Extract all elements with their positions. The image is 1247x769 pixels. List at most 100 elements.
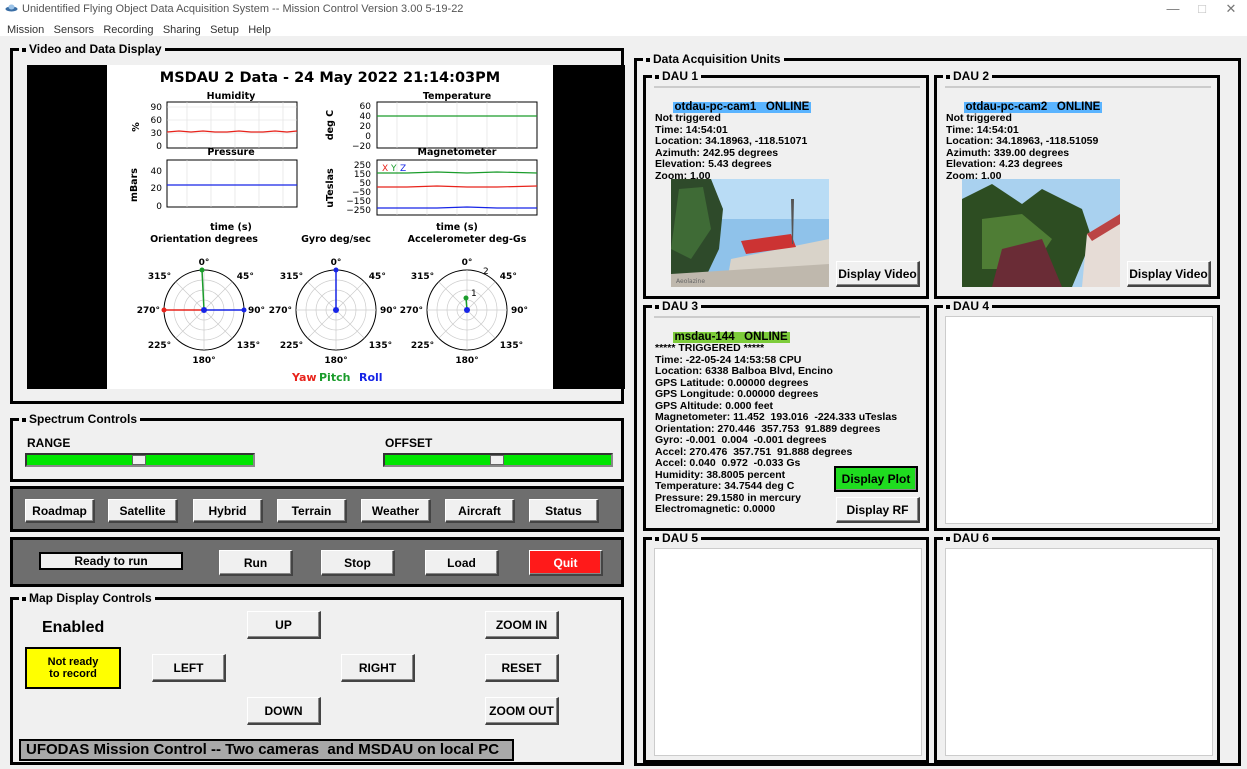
accel-label-180: 180° <box>455 356 478 366</box>
range-slider-thumb[interactable] <box>132 455 146 465</box>
roadmap-button[interactable]: Roadmap <box>25 499 95 523</box>
orientation-label-315: 315° <box>148 272 171 282</box>
svg-text:X: X <box>382 164 388 174</box>
dau-3-display-rf-button[interactable]: Display RF <box>836 497 920 523</box>
menu-help[interactable]: Help <box>248 24 271 36</box>
humidity-axes <box>166 101 298 149</box>
gyro-label-315: 315° <box>280 272 303 282</box>
svg-text:−250: −250 <box>346 206 371 216</box>
weather-button[interactable]: Weather <box>361 499 431 523</box>
dau-1-info: otdau-pc-cam1 ONLINE Not triggered Time: … <box>655 90 812 194</box>
reset-button[interactable]: RESET <box>485 654 559 682</box>
gyro-label-90: 90° <box>380 306 397 316</box>
aircraft-button[interactable]: Aircraft <box>445 499 515 523</box>
accel-label-315: 315° <box>411 272 434 282</box>
svg-text:30: 30 <box>151 129 163 139</box>
load-button[interactable]: Load <box>425 550 499 576</box>
svg-text:−20: −20 <box>352 142 371 152</box>
dau-3-display-plot-button[interactable]: Display Plot <box>834 466 918 492</box>
dau-2-lines: Not triggered Time: 14:54:01 Location: 3… <box>946 112 1099 182</box>
zoom-out-button[interactable]: ZOOM OUT <box>485 697 559 725</box>
accel-label-90: 90° <box>511 306 528 316</box>
orientation-label-270: 270° <box>137 306 160 316</box>
title-bar: Unidentified Flying Object Data Acquisit… <box>0 0 1247 20</box>
dau-5-empty <box>654 548 922 756</box>
menu-mission[interactable]: Mission <box>7 24 44 36</box>
svg-text:Magnetometer: Magnetometer <box>418 147 497 158</box>
svg-text:mBars: mBars <box>129 168 140 202</box>
plot-title: MSDAU 2 Data - 24 May 2022 21:14:03PM <box>160 70 500 86</box>
dau-1-lines: Not triggered Time: 14:54:01 Location: 3… <box>655 112 808 182</box>
gyro-label-45: 45° <box>369 272 386 282</box>
dau-2-legend: DAU 2 <box>943 69 993 83</box>
maximize-icon[interactable]: □ <box>1187 1 1217 16</box>
map-up-button[interactable]: UP <box>247 611 321 639</box>
dau-5-frame: DAU 5 <box>643 531 929 763</box>
humidity-title: Humidity <box>207 91 256 102</box>
run-button[interactable]: Run <box>219 550 293 576</box>
quit-button[interactable]: Quit <box>529 550 603 576</box>
run-controls-bar: Ready to run Run Stop Load Quit <box>10 537 624 587</box>
orientation-label-0: 0° <box>199 258 210 268</box>
svg-text:40: 40 <box>151 167 163 177</box>
dau-4-empty <box>945 316 1213 524</box>
video-legend: Video and Data Display <box>19 42 165 56</box>
map-right-button[interactable]: RIGHT <box>341 654 415 682</box>
svg-text:0: 0 <box>156 142 162 152</box>
ufo-app-icon <box>5 4 18 12</box>
svg-text:Pitch: Pitch <box>319 371 350 384</box>
svg-text:Yaw: Yaw <box>291 371 317 384</box>
menu-setup[interactable]: Setup <box>210 24 239 36</box>
svg-text:Accelerometer deg-Gs: Accelerometer deg-Gs <box>408 234 527 245</box>
dau-3-frame: DAU 3 msdau-144 ONLINE ***** TRIGGERED **… <box>643 299 929 531</box>
gyro-label-270: 270° <box>269 306 292 316</box>
mag-z-line <box>377 206 537 209</box>
offset-slider[interactable] <box>383 453 613 467</box>
svg-text:uTeslas: uTeslas <box>325 168 336 208</box>
stop-button[interactable]: Stop <box>321 550 395 576</box>
menu-recording[interactable]: Recording <box>103 24 153 36</box>
svg-text:deg C: deg C <box>325 110 336 140</box>
dau-5-legend: DAU 5 <box>652 531 702 545</box>
dau-panel-frame: Data Acquisition Units DAU 1 otdau-pc-ca… <box>634 52 1241 766</box>
map-type-bar: Roadmap Satellite Hybrid Terrain Weather… <box>10 486 624 532</box>
enabled-label: Enabled <box>42 619 105 636</box>
map-left-button[interactable]: LEFT <box>152 654 226 682</box>
svg-text:40: 40 <box>360 112 372 122</box>
offset-slider-thumb[interactable] <box>490 455 504 465</box>
svg-text:0: 0 <box>365 132 371 142</box>
svg-text:Pressure: Pressure <box>207 147 254 158</box>
svg-text:Roll: Roll <box>359 371 383 384</box>
svg-text:Orientation degrees: Orientation degrees <box>150 234 258 245</box>
svg-text:time (s): time (s) <box>210 222 252 233</box>
map-controls-legend: Map Display Controls <box>19 591 155 605</box>
minimize-icon[interactable]: — <box>1158 1 1188 16</box>
orientation-label-45: 45° <box>237 272 254 282</box>
status-button[interactable]: Status <box>529 499 599 523</box>
svg-text:time (s): time (s) <box>436 222 478 233</box>
zoom-in-button[interactable]: ZOOM IN <box>485 611 559 639</box>
map-down-button[interactable]: DOWN <box>247 697 321 725</box>
satellite-button[interactable]: Satellite <box>108 499 178 523</box>
dau-2-display-video-button[interactable]: Display Video <box>1127 261 1211 287</box>
terrain-button[interactable]: Terrain <box>277 499 347 523</box>
orientation-label-135: 135° <box>237 341 260 351</box>
svg-text:90: 90 <box>151 103 163 113</box>
dau-6-frame: DAU 6 <box>934 531 1220 763</box>
dau-1-legend: DAU 1 <box>652 69 702 83</box>
svg-text:Temperature: Temperature <box>423 91 491 102</box>
gyro-label-225: 225° <box>280 341 303 351</box>
svg-text:Aeolazine: Aeolazine <box>676 278 705 285</box>
dau-4-legend: DAU 4 <box>943 299 993 313</box>
orientation-label-225: 225° <box>148 341 171 351</box>
range-slider[interactable] <box>25 453 255 467</box>
hybrid-button[interactable]: Hybrid <box>193 499 263 523</box>
menu-sensors[interactable]: Sensors <box>54 24 94 36</box>
menu-sharing[interactable]: Sharing <box>163 24 201 36</box>
gyro-label-0: 0° <box>331 258 342 268</box>
dau-1-display-video-button[interactable]: Display Video <box>836 261 920 287</box>
dau-1-camera-image: Aeolazine <box>671 179 829 287</box>
menu-bar: Mission Sensors Recording Sharing Setup … <box>0 20 1247 36</box>
accel-label-225: 225° <box>411 341 434 351</box>
close-icon[interactable]: ✕ <box>1216 1 1246 17</box>
